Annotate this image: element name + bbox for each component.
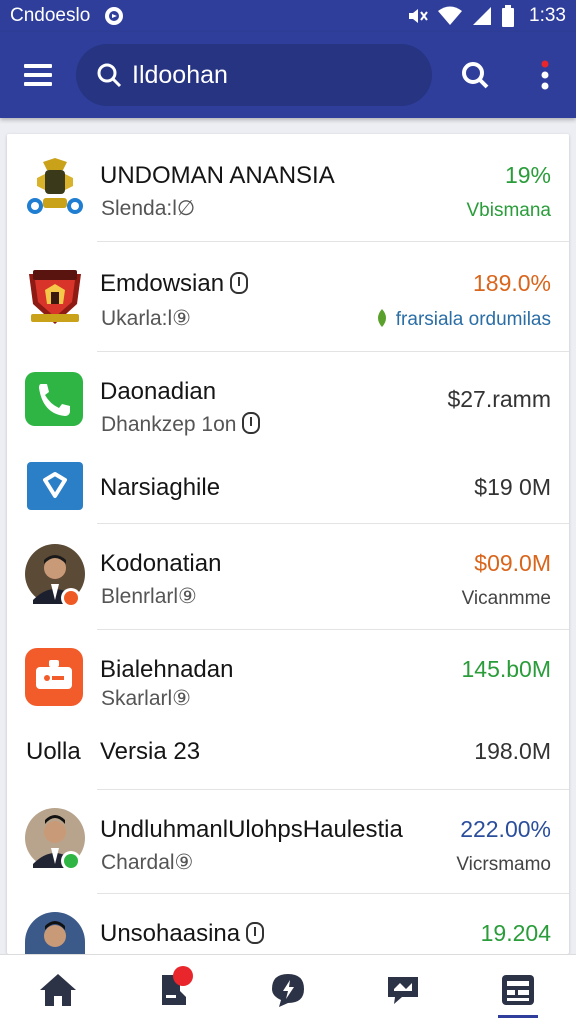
item-subtitle-text: Dhankzep 1on	[101, 413, 237, 436]
leaf-icon	[377, 309, 386, 327]
lock-icon	[242, 412, 261, 434]
item-value: $19 0M	[474, 474, 551, 500]
gold-emblem-icon	[27, 158, 83, 214]
item-status: Vicrsmamo	[456, 854, 551, 875]
more-vert-icon	[541, 60, 549, 90]
video-app-icon	[25, 648, 83, 706]
search-button[interactable]	[460, 57, 490, 93]
list-item[interactable]: Bialehnadan Skarlarl⑨ 145.b0M	[7, 630, 569, 720]
app-notification-icon	[105, 7, 124, 25]
list-item[interactable]: Unsohaasina 19.204	[7, 894, 569, 954]
search-icon	[462, 62, 489, 89]
lock-icon	[246, 922, 265, 944]
item-title: Unsohaasina	[100, 920, 265, 948]
search-bar[interactable]	[76, 44, 432, 106]
person-photo-icon	[25, 544, 85, 608]
item-title: UNDOMAN ANANSIA	[100, 162, 335, 189]
item-value: 189.0%	[472, 270, 551, 296]
item-prefix: Uolla	[26, 738, 81, 765]
item-value: $27.ramm	[447, 386, 551, 412]
list-item[interactable]: Kodonatian Blenrlarl⑨ $09.0M Vicanmme	[7, 524, 569, 630]
bottom-nav	[0, 954, 576, 1024]
menu-icon[interactable]	[20, 57, 56, 93]
item-status: Vicanmme	[461, 588, 551, 609]
item-title-text: Emdowsian	[100, 270, 225, 297]
battery-icon	[502, 5, 515, 27]
item-title-text: Unsohaasina	[100, 920, 241, 947]
home-icon	[39, 973, 76, 1006]
clock: 1:33	[529, 5, 566, 26]
item-status: frarsiala ordumilas	[374, 308, 551, 331]
more-options-button[interactable]	[530, 57, 560, 93]
results-list: UNDOMAN ANANSIA Slenda:l∅ 19% Vbismana E…	[7, 134, 569, 954]
wifi-icon	[438, 6, 463, 25]
item-value: 222.00%	[460, 816, 551, 842]
item-subtitle: Blenrlarl⑨	[101, 585, 197, 608]
grid-menu-icon	[502, 974, 535, 1005]
app-bar	[0, 32, 576, 118]
item-title: Versia 23	[100, 738, 201, 765]
messages-icon	[388, 976, 419, 1004]
search-input[interactable]	[132, 60, 392, 90]
item-status-text: frarsiala ordumilas	[395, 309, 551, 330]
item-value: 19%	[504, 162, 551, 188]
nav-chat[interactable]	[258, 960, 318, 1020]
item-title: Kodonatian	[100, 550, 222, 577]
item-title: Daonadian	[100, 378, 217, 405]
red-crest-icon	[29, 270, 81, 324]
item-value: 198.0M	[474, 738, 551, 764]
item-value: 145.b0M	[461, 656, 551, 682]
item-subtitle: Dhankzep 1on	[101, 412, 261, 437]
item-value: 19.204	[480, 920, 551, 946]
item-title: Bialehnadan	[100, 656, 234, 683]
list-item[interactable]: Narsiaghile $19 0M	[7, 456, 569, 524]
nav-messages[interactable]	[373, 960, 433, 1020]
signal-icon	[473, 7, 492, 25]
item-title: Narsiaghile	[100, 474, 221, 501]
list-item[interactable]: UndluhmanlUlohpsHaulestia Chardal⑨ 222.0…	[7, 790, 569, 894]
person-photo-icon	[25, 808, 85, 871]
carrier-label: Cndoeslo	[10, 5, 91, 26]
item-status: Vbismana	[466, 200, 552, 221]
mute-icon	[409, 9, 428, 23]
nav-home[interactable]	[28, 960, 88, 1020]
notification-badge	[172, 965, 193, 986]
list-item[interactable]: UNDOMAN ANANSIA Slenda:l∅ 19% Vbismana	[7, 134, 569, 242]
chat-bubble-icon	[271, 973, 304, 1007]
item-title: Emdowsian	[100, 270, 249, 298]
search-icon	[97, 63, 122, 88]
active-indicator	[498, 1014, 539, 1018]
item-subtitle: Chardal⑨	[101, 851, 194, 874]
list-item[interactable]: Emdowsian Ukarla:l⑨ 189.0% frarsiala ord…	[7, 242, 569, 352]
item-subtitle: Skarlarl⑨	[101, 687, 192, 710]
item-title: UndluhmanlUlohpsHaulestia	[100, 816, 403, 843]
nav-menu[interactable]	[488, 960, 548, 1020]
item-value: $09.0M	[474, 550, 551, 576]
list-item[interactable]: Uolla Versia 23 198.0M	[7, 720, 569, 790]
nav-notifications[interactable]	[143, 960, 203, 1020]
shield-app-icon	[27, 462, 83, 510]
list-item[interactable]: Daonadian Dhankzep 1on $27.ramm	[7, 352, 569, 456]
item-subtitle: Ukarla:l⑨	[101, 307, 192, 330]
item-subtitle: Slenda:l∅	[101, 197, 196, 220]
lock-icon	[230, 272, 249, 294]
phone-app-icon	[25, 372, 83, 426]
person-photo-icon	[25, 912, 85, 954]
status-bar: Cndoeslo 1:33	[0, 0, 576, 32]
